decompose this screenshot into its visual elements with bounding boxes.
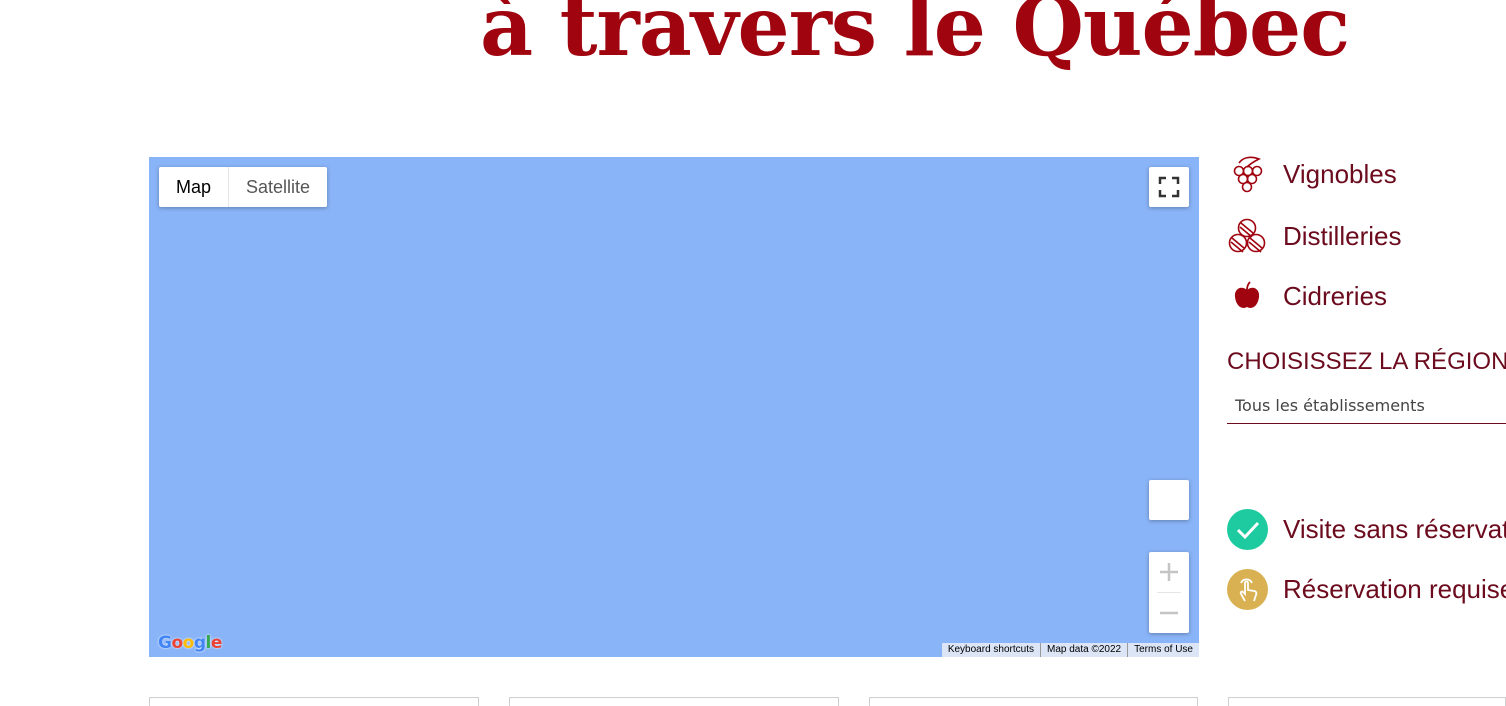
street-view-button[interactable] <box>1149 480 1189 520</box>
legend-label: Réservation requise <box>1283 574 1506 604</box>
zoom-in-button[interactable] <box>1149 552 1189 592</box>
legend-walk-in: Visite sans réservation <box>1227 509 1506 550</box>
listing-card[interactable] <box>509 697 839 706</box>
legend-label: Visite sans réservation <box>1283 514 1506 544</box>
category-vignobles[interactable]: Vignobles <box>1227 154 1397 194</box>
map-attribution: Keyboard shortcuts Map data ©2022 Terms … <box>941 643 1199 657</box>
google-logo[interactable]: Google <box>158 633 222 653</box>
grape-icon <box>1227 154 1267 194</box>
page-title: à travers le Québec <box>480 0 1350 75</box>
map-type-map-button[interactable]: Map <box>159 167 228 207</box>
tap-icon <box>1227 569 1268 610</box>
category-distilleries[interactable]: Distilleries <box>1227 216 1401 256</box>
zoom-out-button[interactable] <box>1149 593 1189 633</box>
fullscreen-icon <box>1158 176 1180 198</box>
check-icon <box>1227 509 1268 550</box>
legend-reservation: Réservation requise <box>1227 569 1506 610</box>
category-label: Distilleries <box>1283 220 1402 251</box>
map-type-control: Map Satellite <box>159 167 328 207</box>
fullscreen-button[interactable] <box>1149 167 1189 207</box>
listing-card[interactable] <box>149 697 479 706</box>
terms-link[interactable]: Terms of Use <box>1127 643 1199 657</box>
zoom-control <box>1149 552 1189 633</box>
category-cidreries[interactable]: Cidreries <box>1227 276 1387 316</box>
category-label: Cidreries <box>1283 280 1388 311</box>
minus-icon <box>1160 611 1178 615</box>
listing-card[interactable] <box>869 697 1198 706</box>
category-label: Vignobles <box>1283 158 1397 189</box>
google-map[interactable]: Map Satellite Google Keyboard shortcuts … <box>149 157 1199 657</box>
plus-icon <box>1160 563 1178 581</box>
keyboard-shortcuts-link[interactable]: Keyboard shortcuts <box>942 643 1040 657</box>
map-type-satellite-button[interactable]: Satellite <box>228 167 327 207</box>
region-select[interactable]: Tous les établissements <box>1227 392 1506 424</box>
listing-card[interactable] <box>1228 697 1506 706</box>
barrels-icon <box>1227 216 1267 256</box>
map-data-text: Map data ©2022 <box>1040 643 1127 657</box>
apple-icon <box>1227 276 1267 316</box>
region-heading: CHOISISSEZ LA RÉGION <box>1227 348 1506 375</box>
